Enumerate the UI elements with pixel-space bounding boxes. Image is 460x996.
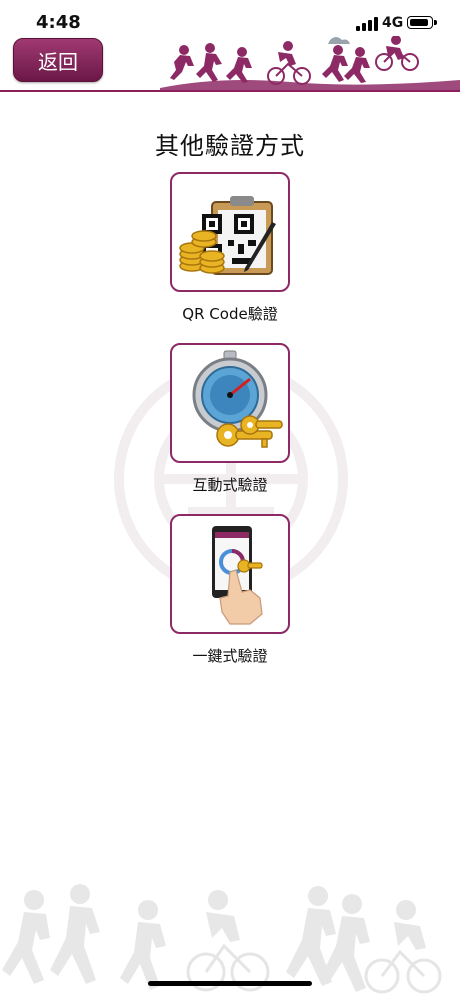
network-label: 4G	[382, 15, 404, 31]
one-tap-verification-tile[interactable]	[170, 514, 290, 634]
stopwatch-keys-icon	[192, 350, 283, 448]
back-button[interactable]: 返回	[13, 38, 103, 82]
interactive-verification-tile[interactable]	[170, 343, 290, 463]
qr-code-verification-tile[interactable]	[170, 172, 290, 292]
qr-code-coins-icon	[179, 196, 276, 275]
qr-code-verification-option[interactable]: QR Code驗證	[170, 172, 290, 323]
bottom-silhouettes-decoration	[2, 884, 442, 994]
header: 返回	[0, 36, 460, 94]
status-bar: 4:48 4G	[0, 0, 460, 40]
qr-code-verification-label[interactable]: QR Code驗證	[110, 303, 350, 324]
home-indicator	[148, 981, 312, 986]
phone-tap-icon	[212, 526, 263, 625]
battery-icon	[407, 16, 437, 29]
interactive-verification-label[interactable]: 互動式驗證	[110, 474, 350, 495]
one-tap-verification-label[interactable]: 一鍵式驗證	[110, 645, 350, 666]
interactive-verification-option[interactable]: 互動式驗證	[170, 343, 290, 494]
page-title: 其他驗證方式	[155, 132, 305, 160]
status-time: 4:48	[36, 12, 81, 33]
header-divider	[0, 90, 460, 92]
signal-icon	[356, 17, 378, 31]
one-tap-verification-option[interactable]: 一鍵式驗證	[170, 514, 290, 665]
runners-cyclists-banner	[160, 36, 460, 90]
